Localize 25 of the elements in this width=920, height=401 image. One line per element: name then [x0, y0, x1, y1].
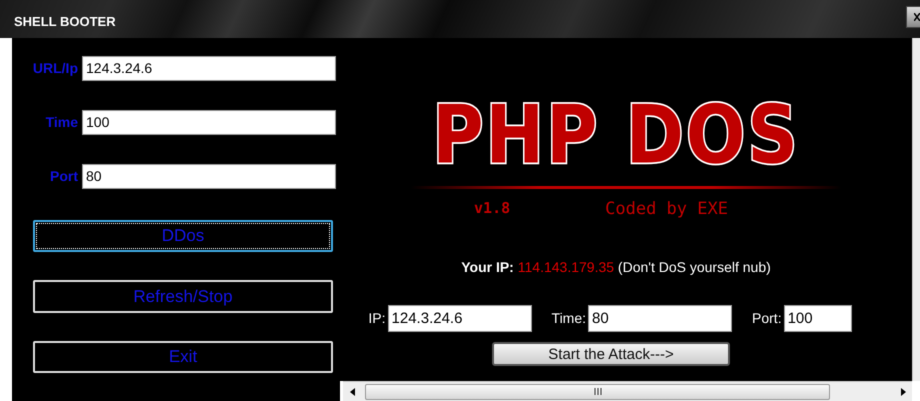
field-label: URL/Ip	[32, 58, 79, 78]
ip-notice: Your IP: 114.143.179.35 (Don't DoS yourself nub)	[461, 258, 771, 277]
scroll-right-icon[interactable]	[900, 388, 906, 396]
input-field[interactable]: 100	[784, 304, 852, 332]
start-button[interactable]: Start the Attack--->	[492, 342, 730, 366]
field-label: Port:	[752, 308, 782, 328]
scrollbar-thumb[interactable]	[365, 384, 830, 400]
field-label: Time	[44, 112, 79, 132]
field-label: Port	[49, 166, 79, 186]
close-button[interactable]	[906, 6, 920, 28]
scroll-left-icon[interactable]	[350, 388, 354, 396]
field-label: Time:	[552, 308, 586, 328]
field-label: IP:	[368, 308, 386, 328]
grip-icon	[594, 388, 602, 395]
input-field[interactable]: 80	[588, 304, 732, 332]
version-label: v1.8	[474, 198, 510, 219]
horizontal-scrollbar[interactable]	[343, 381, 912, 401]
input-field[interactable]: 100	[82, 110, 336, 134]
input-field[interactable]: 80	[82, 164, 336, 188]
vertical-scrollbar[interactable]	[912, 38, 920, 381]
credit-text: Coded by EXE	[605, 198, 728, 221]
input-field[interactable]: 124.3.24.6	[388, 304, 532, 332]
close-icon	[914, 13, 920, 21]
window-title: SHELL BOOTER	[13, 13, 117, 31]
input-field[interactable]: 124.3.24.6	[82, 56, 336, 80]
